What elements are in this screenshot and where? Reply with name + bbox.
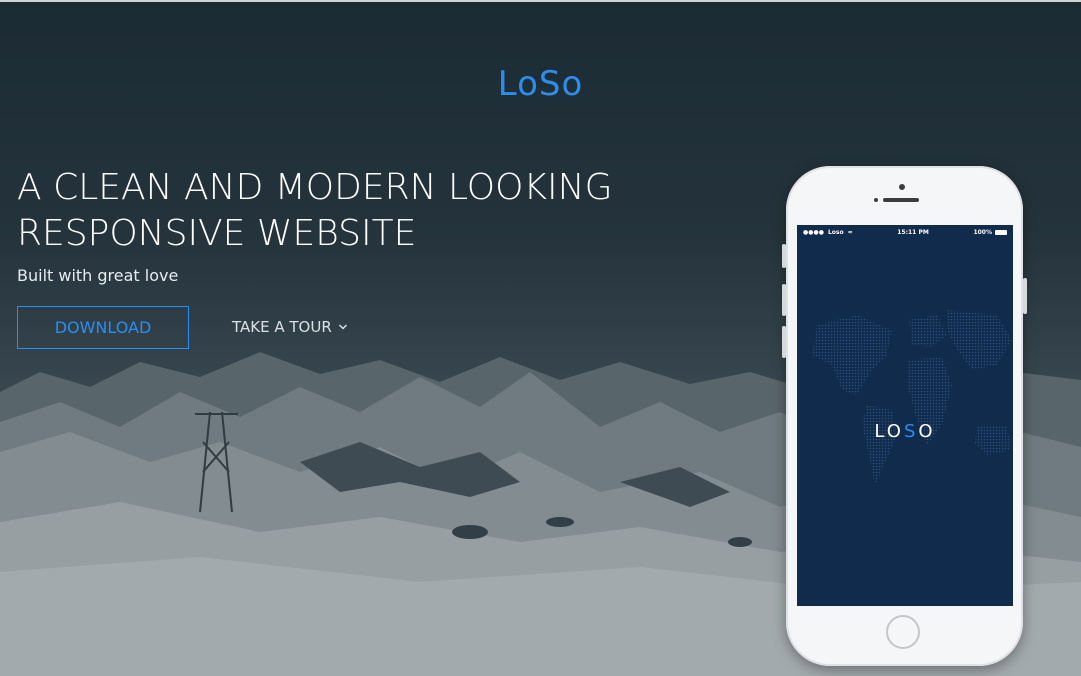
- download-button-label: DOWNLOAD: [54, 318, 152, 337]
- site-logo[interactable]: LoSo: [0, 64, 1081, 104]
- phone-home-button[interactable]: [886, 615, 920, 649]
- splash-logo-suffix: O: [918, 421, 936, 442]
- carrier-label: Loso: [827, 228, 844, 236]
- download-button[interactable]: DOWNLOAD: [17, 306, 189, 349]
- battery-percent: 100%: [973, 228, 992, 236]
- hero-section: LoSo A CLEAN AND MODERN LOOKING RESPONSI…: [0, 0, 1081, 676]
- phone-speaker: [883, 198, 919, 202]
- take-a-tour-link[interactable]: TAKE A TOUR: [232, 318, 348, 336]
- world-map-graphic: [812, 310, 1012, 485]
- phone-power-button: [1023, 278, 1027, 314]
- chevron-down-icon: [338, 324, 347, 330]
- headline-line-1: A CLEAN AND MODERN LOOKING: [17, 167, 613, 208]
- take-a-tour-label: TAKE A TOUR: [232, 318, 332, 336]
- splash-logo-prefix: LO: [874, 421, 904, 442]
- phone-sensor: [874, 198, 878, 202]
- phone-status-bar: ●●●● Loso ≈ 15:11 PM 100%: [797, 225, 1013, 239]
- splash-logo-mark: S: [903, 421, 919, 442]
- phone-volume-up: [782, 284, 786, 316]
- app-splash-logo: LOSO: [797, 421, 1013, 442]
- phone-volume-down: [782, 326, 786, 358]
- phone-side-button: [782, 244, 786, 268]
- page-title: A CLEAN AND MODERN LOOKING RESPONSIVE WE…: [17, 165, 637, 257]
- status-time: 15:11 PM: [897, 228, 929, 236]
- tagline: Built with great love: [17, 266, 179, 285]
- wifi-icon: ≈: [847, 228, 853, 236]
- battery-icon: [994, 229, 1007, 235]
- signal-icon: ●●●●: [803, 228, 824, 236]
- phone-camera: [899, 184, 905, 190]
- phone-screen: ●●●● Loso ≈ 15:11 PM 100% LOSO: [797, 225, 1013, 606]
- headline-line-2: RESPONSIVE WEBSITE: [17, 213, 417, 254]
- phone-mockup: ●●●● Loso ≈ 15:11 PM 100% LOSO: [782, 166, 1027, 666]
